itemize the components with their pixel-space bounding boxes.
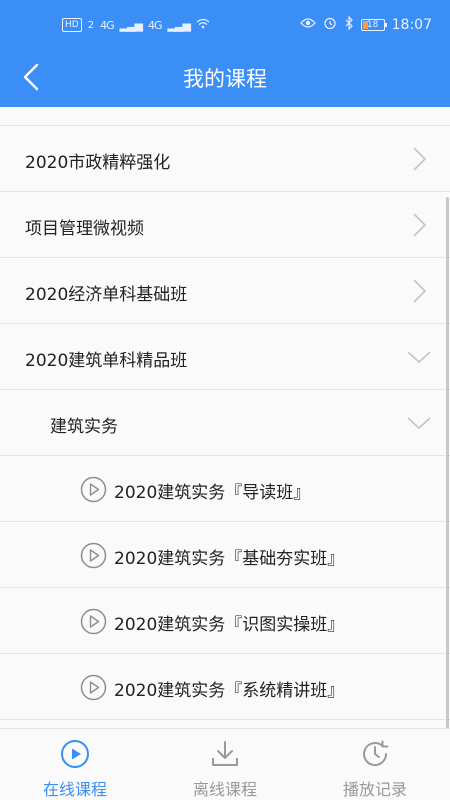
hd-badge: HD: [62, 18, 82, 32]
alarm-icon: [323, 16, 337, 34]
battery-icon: 18: [360, 19, 387, 31]
status-right: 18 18:07: [299, 15, 432, 34]
chevron-right-icon: [413, 147, 427, 171]
hd-sub: 2: [87, 19, 95, 31]
play-circle-icon: [80, 542, 107, 569]
signal-1: 4G: [100, 18, 114, 32]
lesson-row[interactable]: 2020建筑实务『系统精讲班』: [0, 654, 450, 720]
course-label: 2020建筑单科精品班: [25, 351, 188, 371]
scrollbar[interactable]: [446, 197, 449, 728]
tab-play-history[interactable]: 播放记录: [300, 729, 450, 800]
subject-label: 建筑实务: [50, 417, 118, 437]
history-clock-icon: [363, 740, 389, 767]
list-top-divider: [0, 107, 450, 126]
status-left: HD 2 4G ▂▃▅ 4G ▂▃▅: [62, 18, 210, 32]
download-icon: [212, 741, 238, 766]
tab-online-courses[interactable]: 在线课程: [0, 729, 150, 800]
lesson-row[interactable]: 2020建筑实务『导读班』: [0, 456, 450, 522]
bottom-tab-bar: 在线课程 离线课程 播放记录: [0, 728, 450, 800]
play-circle-icon: [80, 674, 107, 701]
battery-level: 18: [366, 20, 379, 30]
course-label: 项目管理微视频: [25, 219, 144, 239]
course-row-jingji[interactable]: 2020经济单科基础班: [0, 258, 450, 324]
tab-label: 离线课程: [192, 780, 257, 799]
tab-label: 播放记录: [342, 780, 407, 799]
tab-label: 在线课程: [42, 780, 107, 799]
subject-row-jianzhu-shiwu[interactable]: 建筑实务: [0, 390, 450, 456]
signal-bars-2-icon: ▂▃▅: [167, 18, 191, 32]
eye-icon: [299, 17, 316, 33]
clock-time: 18:07: [391, 17, 432, 33]
chevron-right-icon: [413, 279, 427, 303]
course-row-shizheng[interactable]: 2020市政精粹强化: [0, 126, 450, 192]
lesson-row[interactable]: 2020建筑实务『识图实操班』: [0, 588, 450, 654]
course-list[interactable]: 2020市政精粹强化 项目管理微视频 2020经济单科基础班 2020建筑单科精…: [0, 107, 450, 728]
course-label: 2020经济单科基础班: [25, 285, 188, 305]
play-circle-icon: [80, 476, 107, 503]
wifi-icon: [196, 18, 210, 32]
lesson-label: 2020建筑实务『基础夯实班』: [114, 549, 345, 569]
play-circle-icon: [80, 608, 107, 635]
chevron-right-icon: [413, 213, 427, 237]
app-header: HD 2 4G ▂▃▅ 4G ▂▃▅ 18 18:07 我的课程: [0, 0, 450, 107]
course-row-xiangmu[interactable]: 项目管理微视频: [0, 192, 450, 258]
signal-2: 4G: [148, 18, 162, 32]
tab-offline-courses[interactable]: 离线课程: [150, 729, 300, 800]
course-label: 2020市政精粹强化: [25, 153, 171, 173]
page-title: 我的课程: [183, 67, 267, 91]
signal-bars-1-icon: ▂▃▅: [119, 18, 143, 32]
chevron-down-icon: [407, 417, 431, 430]
course-row-jianzhu[interactable]: 2020建筑单科精品班: [0, 324, 450, 390]
bluetooth-icon: [344, 15, 354, 34]
status-bar: HD 2 4G ▂▃▅ 4G ▂▃▅ 18 18:07: [0, 0, 450, 52]
lesson-row[interactable]: 2020建筑实务『基础夯实班』: [0, 522, 450, 588]
lesson-label: 2020建筑实务『系统精讲班』: [114, 681, 345, 701]
play-circle-icon: [61, 740, 89, 768]
chevron-down-icon: [407, 351, 431, 364]
lesson-label: 2020建筑实务『导读班』: [114, 483, 311, 503]
lesson-label: 2020建筑实务『识图实操班』: [114, 615, 345, 635]
